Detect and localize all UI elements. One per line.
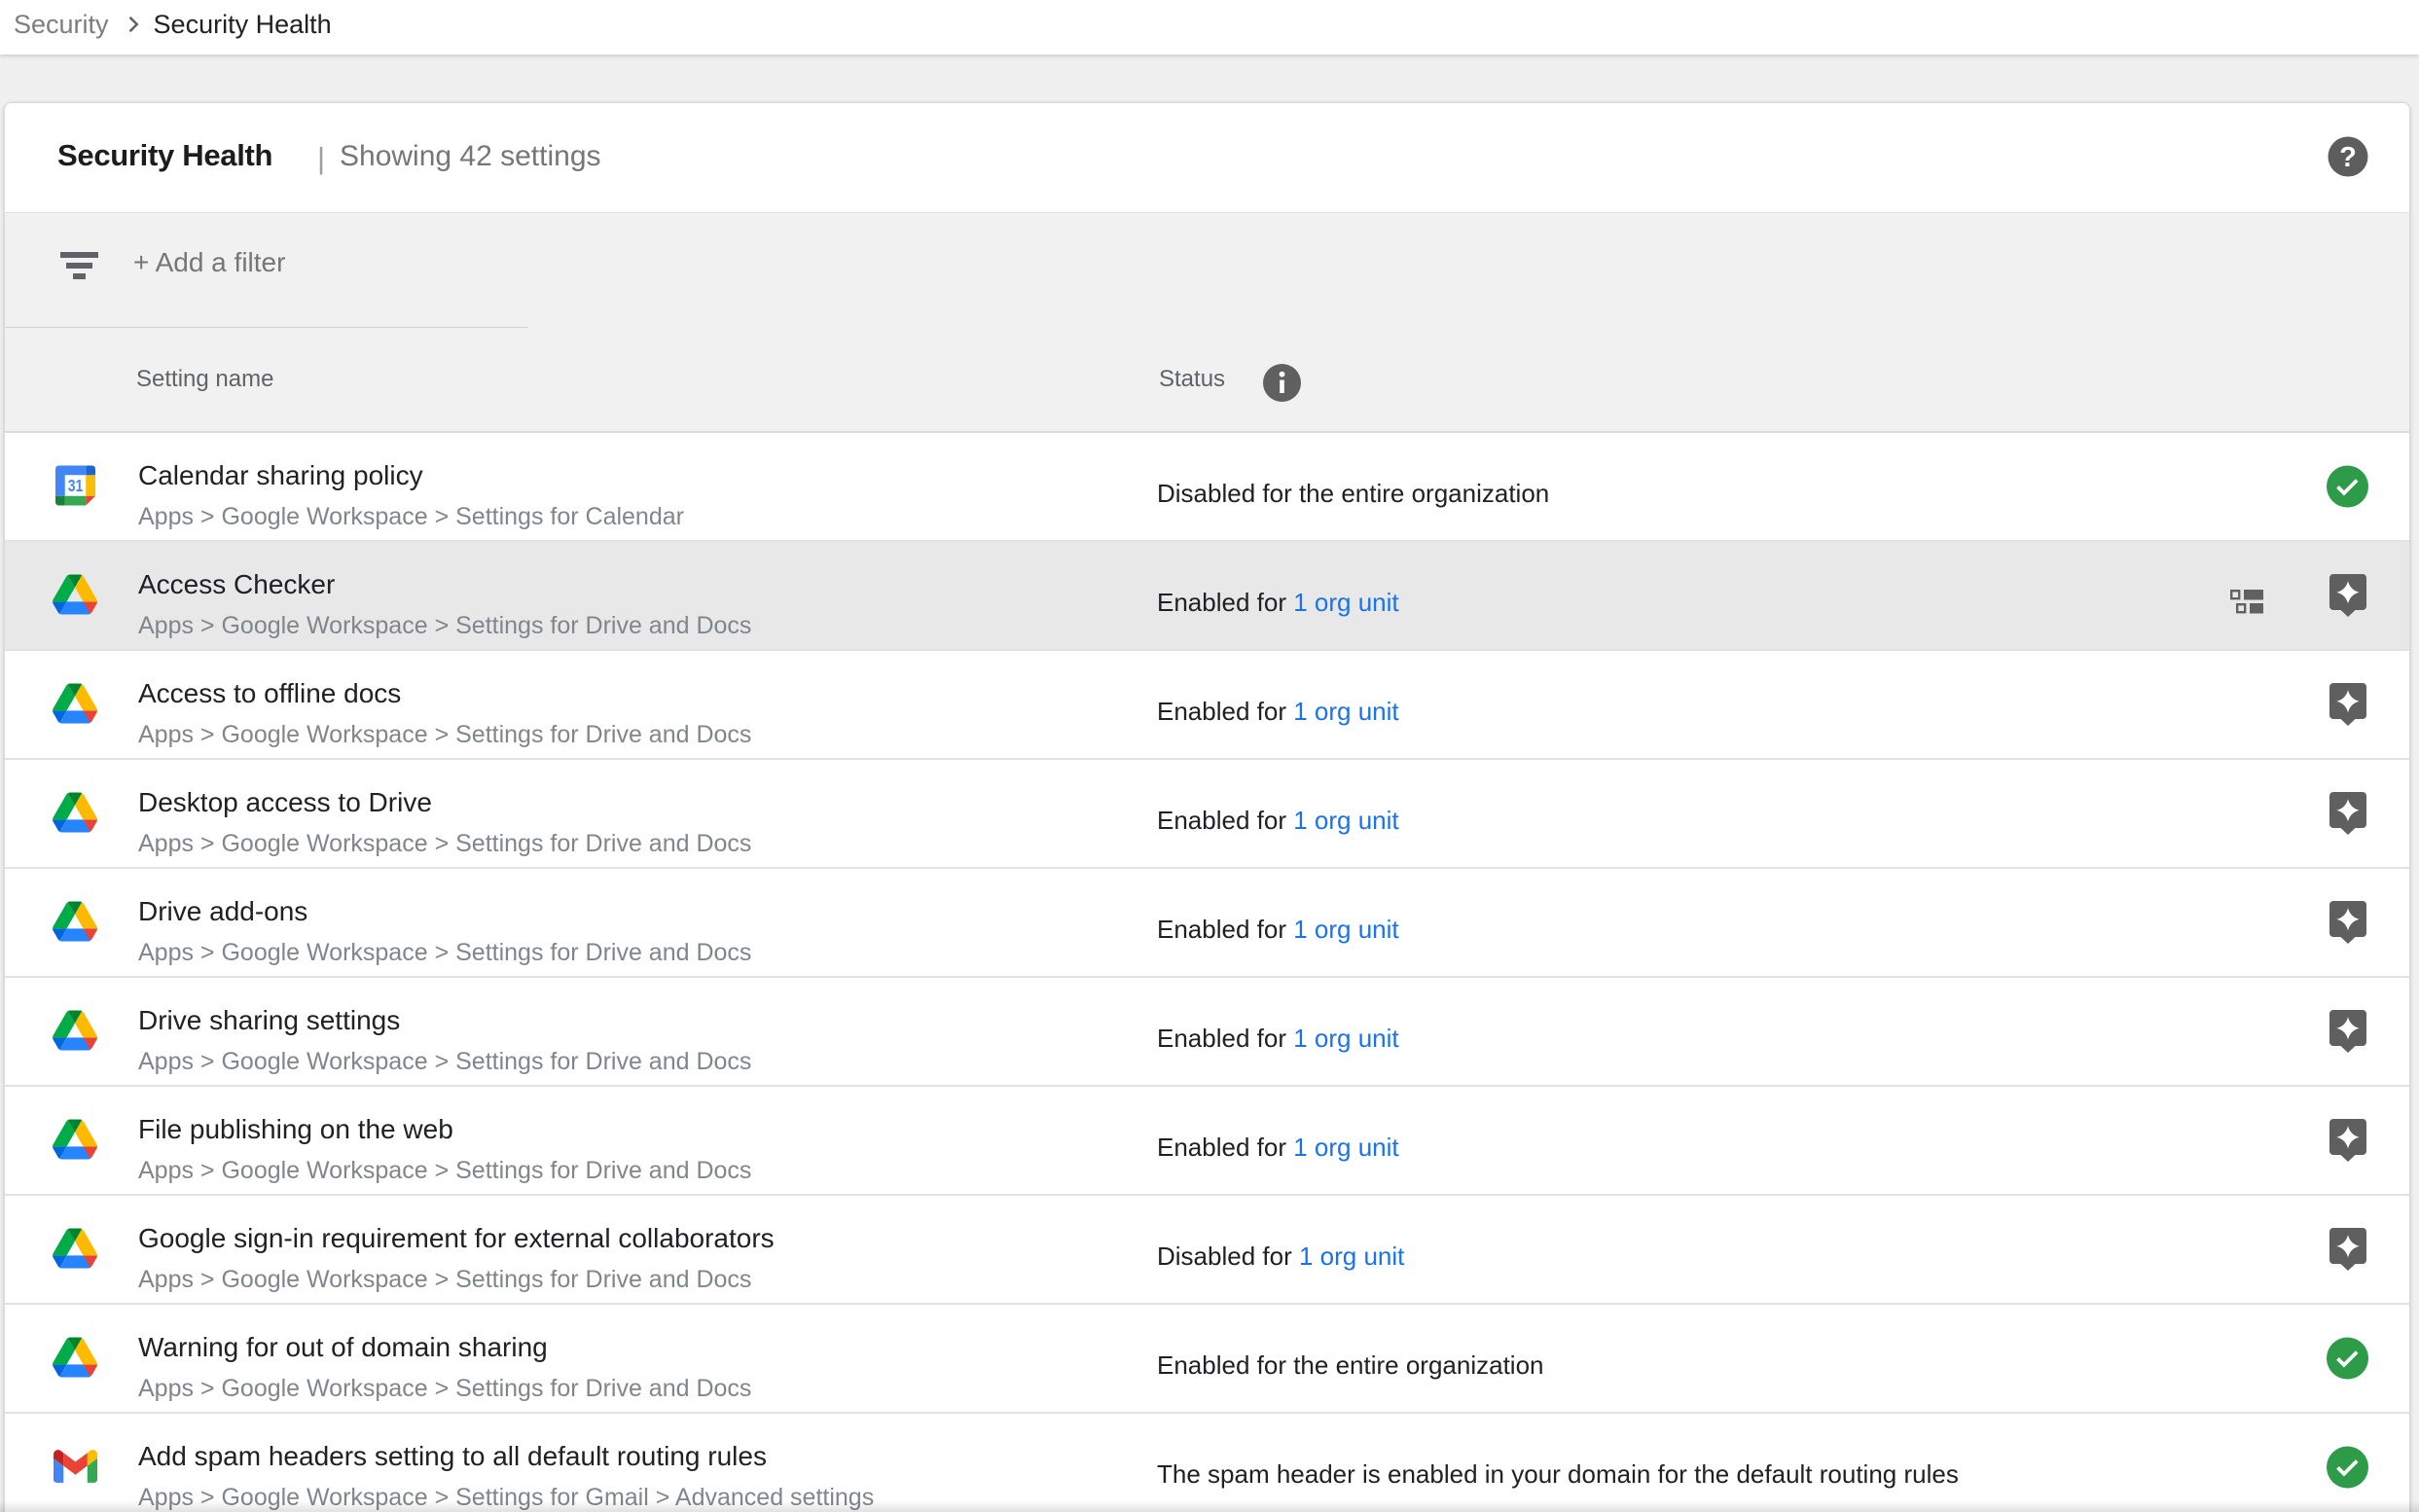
svg-text:?: ?	[2339, 142, 2357, 173]
